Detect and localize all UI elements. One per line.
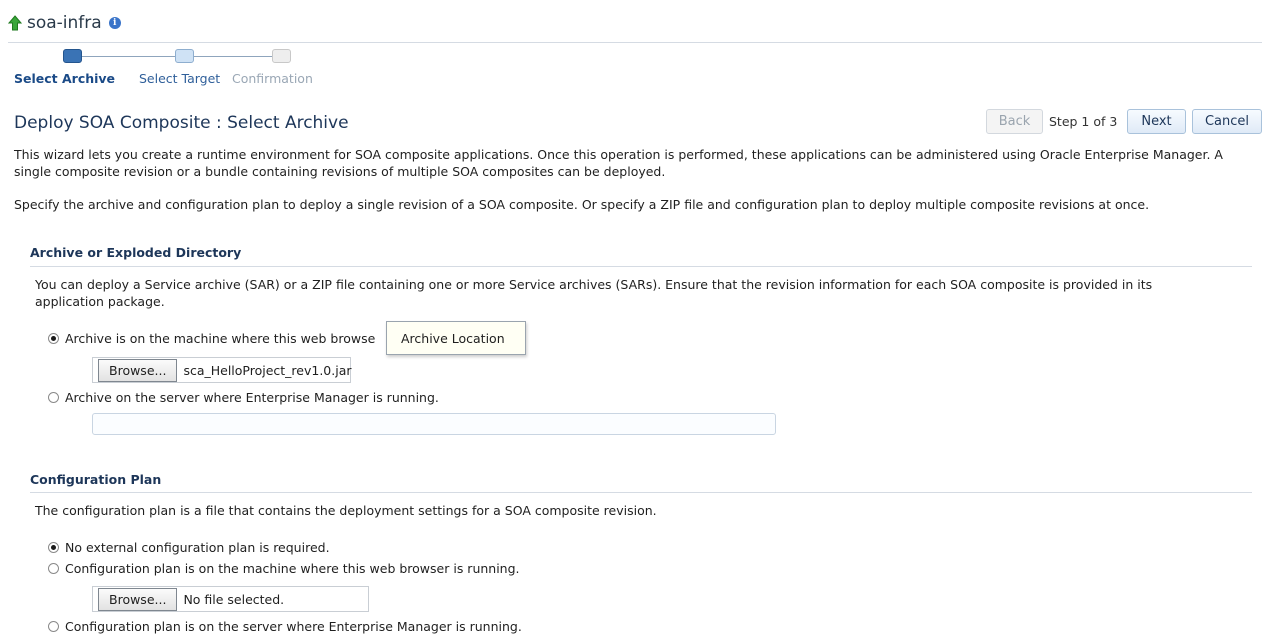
- archive-server-option[interactable]: Archive on the server where Enterprise M…: [48, 390, 439, 405]
- plan-none-label[interactable]: No external configuration plan is requir…: [65, 540, 330, 555]
- page-header-title[interactable]: soa-infra: [27, 13, 102, 33]
- up-arrow-icon[interactable]: [8, 15, 22, 31]
- plan-local-radio[interactable]: [48, 563, 59, 574]
- section-divider: [30, 492, 1252, 493]
- plan-local-label[interactable]: Configuration plan is on the machine whe…: [65, 561, 520, 576]
- step-indicator: Step 1 of 3: [1049, 114, 1118, 129]
- train-stop-select-target[interactable]: [175, 49, 194, 63]
- archive-file-picker[interactable]: Browse... sca_HelloProject_rev1.0.jar: [92, 357, 352, 383]
- train-stop-confirmation: [272, 49, 291, 63]
- next-button[interactable]: Next: [1127, 109, 1186, 134]
- archive-browse-button[interactable]: Browse...: [98, 358, 178, 382]
- plan-server-radio[interactable]: [48, 621, 59, 632]
- archive-server-radio[interactable]: [48, 392, 59, 403]
- archive-location-tooltip: Archive Location: [386, 321, 526, 355]
- cancel-button[interactable]: Cancel: [1192, 109, 1262, 134]
- archive-local-radio[interactable]: [48, 333, 59, 344]
- train-connector: [193, 56, 273, 57]
- intro-text: This wizard lets you create a runtime en…: [14, 147, 1223, 179]
- plan-none-option[interactable]: No external configuration plan is requir…: [48, 540, 330, 555]
- back-button[interactable]: Back: [986, 109, 1043, 134]
- train-label-select-target[interactable]: Select Target: [139, 71, 220, 86]
- intro-text-2: Specify the archive and configuration pl…: [14, 197, 1150, 212]
- archive-local-label[interactable]: Archive is on the machine where this web…: [65, 331, 375, 346]
- page-title: Deploy SOA Composite : Select Archive: [14, 113, 349, 133]
- train-stop-select-archive: [63, 49, 82, 63]
- info-icon[interactable]: i: [108, 17, 121, 29]
- archive-section-heading: Archive or Exploded Directory: [30, 245, 242, 260]
- train-connector: [81, 56, 176, 57]
- plan-section-heading: Configuration Plan: [30, 472, 162, 487]
- section-divider: [30, 266, 1252, 267]
- archive-description: You can deploy a Service archive (SAR) o…: [35, 277, 1153, 309]
- plan-server-label[interactable]: Configuration plan is on the server wher…: [65, 619, 522, 634]
- plan-description: The configuration plan is a file that co…: [35, 503, 657, 518]
- archive-local-option[interactable]: Archive is on the machine where this web…: [48, 331, 375, 346]
- header-divider: [8, 42, 1262, 43]
- plan-server-option[interactable]: Configuration plan is on the server wher…: [48, 619, 522, 634]
- archive-file-name: sca_HelloProject_rev1.0.jar: [183, 362, 352, 378]
- plan-local-option[interactable]: Configuration plan is on the machine whe…: [48, 561, 520, 576]
- plan-none-radio[interactable]: [48, 542, 59, 553]
- train-label-select-archive: Select Archive: [14, 71, 116, 86]
- archive-server-path-input[interactable]: [92, 413, 776, 435]
- plan-browse-button[interactable]: Browse...: [98, 587, 178, 611]
- plan-file-name: No file selected.: [183, 591, 285, 607]
- archive-server-label[interactable]: Archive on the server where Enterprise M…: [65, 390, 439, 405]
- plan-file-picker[interactable]: Browse... No file selected.: [92, 586, 369, 612]
- train-label-confirmation: Confirmation: [232, 71, 313, 86]
- page-header: soa-infra i: [8, 13, 121, 33]
